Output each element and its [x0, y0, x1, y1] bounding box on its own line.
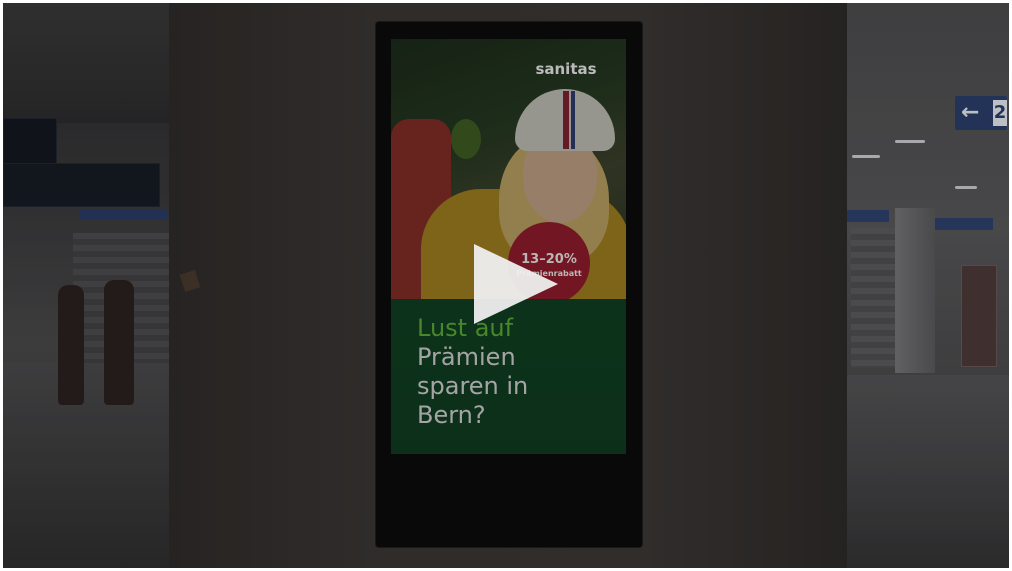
right-railing [895, 208, 935, 373]
platform-number: 2 [993, 100, 1007, 126]
platform-direction-sign: ← 2 [955, 96, 1007, 130]
headline-line-3: sparen in [417, 372, 529, 400]
left-floor [3, 363, 169, 568]
helmet-stripe [571, 91, 575, 149]
right-door [961, 265, 997, 367]
person-silhouette [104, 280, 134, 405]
brand-logo: sanitas [535, 60, 597, 78]
ad-headline: Lust auf Prämien sparen in Bern? [417, 314, 617, 430]
right-floor [847, 375, 1009, 568]
ceiling-light [852, 155, 880, 158]
left-ceiling [3, 3, 169, 123]
foliage [451, 119, 481, 159]
small-platform-sign [935, 218, 993, 230]
arrow-left-icon: ← [961, 100, 980, 125]
person-silhouette [58, 285, 84, 405]
left-direction-sign [79, 209, 167, 219]
helmet-stripe [563, 91, 569, 149]
ceiling-light [955, 186, 977, 189]
departure-board-large [3, 163, 160, 207]
headline-line-4: Bern? [417, 401, 486, 429]
play-icon[interactable] [474, 244, 558, 324]
headline-line-2: Prämien [417, 343, 516, 371]
ceiling-light [895, 140, 925, 143]
small-platform-sign [847, 210, 889, 222]
